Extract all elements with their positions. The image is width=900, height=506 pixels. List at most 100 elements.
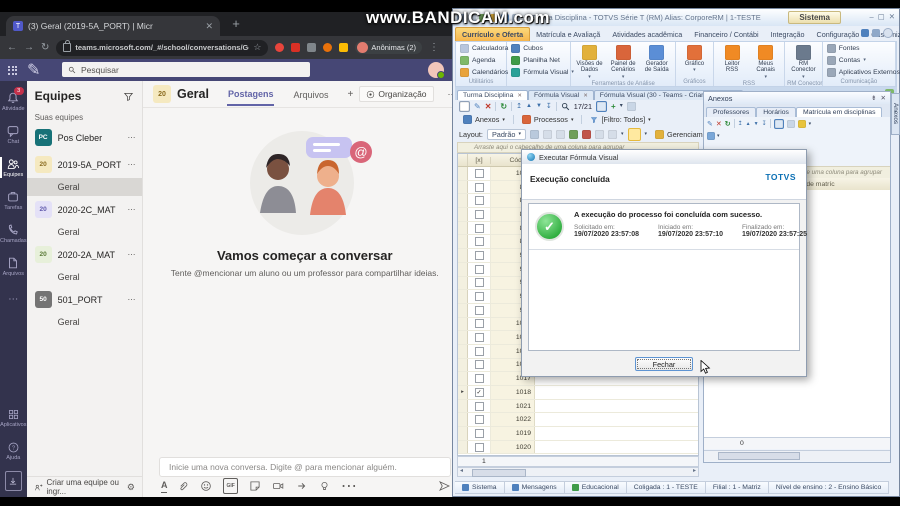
row-check-cell[interactable] [468, 331, 491, 344]
delete-icon[interactable] [716, 120, 722, 128]
row-checkbox[interactable] [475, 169, 484, 178]
address-bar[interactable]: teams.microsoft.com/_#/school/conversati… [56, 40, 268, 56]
row-checkbox[interactable] [475, 415, 484, 424]
row-check-cell[interactable] [468, 235, 491, 248]
sidebar-item-aplicativos[interactable]: Aplicativos [0, 401, 27, 434]
first-icon[interactable] [738, 120, 743, 127]
anexos-tab[interactable]: Professores [706, 107, 756, 117]
ribbon-button[interactable]: Gráfico [678, 43, 711, 78]
sidebar-item-chat[interactable]: Chat [0, 118, 27, 151]
row-checkbox[interactable] [475, 292, 484, 301]
row-checkbox[interactable] [475, 210, 484, 219]
filtro-button[interactable]: [Filtro: Todos] [586, 114, 654, 125]
sidebar-item-tarefas[interactable]: Tarefas [0, 184, 27, 217]
row-check-cell[interactable] [468, 290, 491, 303]
forward-button[interactable] [24, 42, 34, 53]
layout-add-icon[interactable] [569, 130, 578, 139]
row-check-cell[interactable] [468, 167, 491, 180]
layout-icon[interactable] [556, 130, 565, 139]
scroll-left-icon[interactable] [460, 467, 463, 474]
layout-icon[interactable] [543, 130, 552, 139]
row-check-cell[interactable] [468, 194, 491, 207]
ribbon-tab[interactable]: Currículo e Oferta [455, 27, 530, 41]
row-checkbox[interactable] [475, 374, 484, 383]
compose-more-icon[interactable] [341, 480, 357, 492]
row-check-cell[interactable] [468, 413, 491, 426]
row-check-cell[interactable] [468, 386, 491, 399]
team-item[interactable]: 20 2019-5A_PORT [27, 151, 142, 178]
prev-icon[interactable] [746, 121, 751, 127]
gif-icon[interactable]: GIF [223, 478, 237, 494]
row-check-cell[interactable] [468, 318, 491, 331]
ribbon-button[interactable]: Planilha Net [509, 56, 568, 65]
bookmark-star-icon[interactable] [253, 42, 261, 53]
search-input[interactable]: Pesquisar [62, 62, 310, 77]
row-check-cell[interactable] [468, 372, 491, 385]
ribbon-tab[interactable]: Atividades acadêmica [606, 28, 688, 41]
new-chat-icon[interactable] [27, 60, 40, 80]
row-check-cell[interactable] [468, 441, 491, 454]
row-checkbox[interactable] [475, 388, 484, 397]
table-row[interactable]: 1022 [458, 413, 698, 427]
dropdown-icon[interactable] [645, 131, 648, 137]
ribbon-button[interactable]: Contas [825, 56, 893, 65]
anexos-scrollbar[interactable] [704, 450, 890, 461]
grid-horizontal-scrollbar[interactable] [457, 467, 699, 477]
ribbon-button[interactable]: Calculadora [458, 44, 504, 53]
ribbon-tab[interactable]: Matrícula e Avaliaçã [530, 28, 606, 41]
tab-postagens[interactable]: Postagens [227, 83, 275, 106]
scroll-right-icon[interactable] [693, 467, 696, 474]
extension-icon[interactable] [275, 43, 284, 52]
channel-item[interactable]: Geral [27, 223, 142, 241]
first-record-icon[interactable] [516, 102, 522, 111]
fechar-button[interactable]: Fechar [635, 357, 693, 371]
export-icon[interactable] [787, 120, 795, 128]
row-check-cell[interactable] [468, 304, 491, 317]
layout-icon[interactable] [595, 130, 604, 139]
app-launcher-icon[interactable] [8, 66, 17, 75]
ribbon-tab[interactable]: Financeiro / Contábi [688, 28, 764, 41]
layout-delete-icon[interactable] [582, 130, 591, 139]
ribbon-button[interactable]: Fontes [825, 44, 893, 53]
team-more-icon[interactable] [127, 205, 136, 214]
close-button[interactable] [889, 12, 895, 21]
team-more-icon[interactable] [127, 160, 136, 169]
table-row[interactable]: 1020 [458, 441, 698, 455]
team-item[interactable]: 20 2020-2A_MAT [27, 241, 142, 268]
sidebar-item-more[interactable] [0, 283, 27, 316]
table-row[interactable]: 1021 [458, 400, 698, 414]
add-tab-button[interactable] [347, 89, 353, 100]
extension-icon[interactable] [291, 43, 300, 52]
row-checkbox[interactable] [475, 319, 484, 328]
row-check-cell[interactable] [468, 263, 491, 276]
manage-teams-gear-icon[interactable] [127, 482, 135, 493]
new-record-icon[interactable] [459, 101, 470, 112]
processos-button[interactable]: Processos [518, 114, 578, 125]
highlighted-tool-icon[interactable] [628, 128, 641, 141]
tools-icon[interactable] [798, 120, 806, 128]
filter-icon[interactable] [707, 132, 715, 140]
sidebar-item-atividade[interactable]: 3 Atividade [0, 85, 27, 118]
last-icon[interactable] [762, 120, 767, 127]
pin-icon[interactable] [871, 94, 876, 102]
style-icon[interactable] [872, 29, 880, 37]
ribbon-button[interactable]: RM Conector [787, 43, 820, 80]
compose-input[interactable]: Inicie uma nova conversa. Digite @ para … [159, 457, 451, 477]
last-record-icon[interactable] [546, 102, 552, 111]
download-desktop-app-icon[interactable] [5, 471, 22, 491]
minimize-button[interactable] [869, 12, 873, 21]
channel-item[interactable]: Geral [27, 313, 142, 331]
lightbulb-icon[interactable] [319, 480, 330, 492]
sistema-tab[interactable]: Sistema [788, 11, 841, 24]
row-checkbox[interactable] [475, 278, 484, 287]
table-row[interactable]: 1018 [458, 386, 698, 400]
user-avatar[interactable] [428, 62, 444, 78]
ribbon-button[interactable]: Leitor RSS [716, 43, 749, 80]
team-item[interactable]: PC Pos Cleber [27, 124, 142, 151]
ribbon-button[interactable]: Fórmula Visual [509, 68, 568, 77]
panel-close-icon[interactable] [881, 94, 886, 102]
layout-select[interactable]: Padrão [487, 129, 526, 140]
row-checkbox[interactable] [475, 360, 484, 369]
row-check-cell[interactable] [468, 345, 491, 358]
back-button[interactable] [7, 42, 17, 53]
